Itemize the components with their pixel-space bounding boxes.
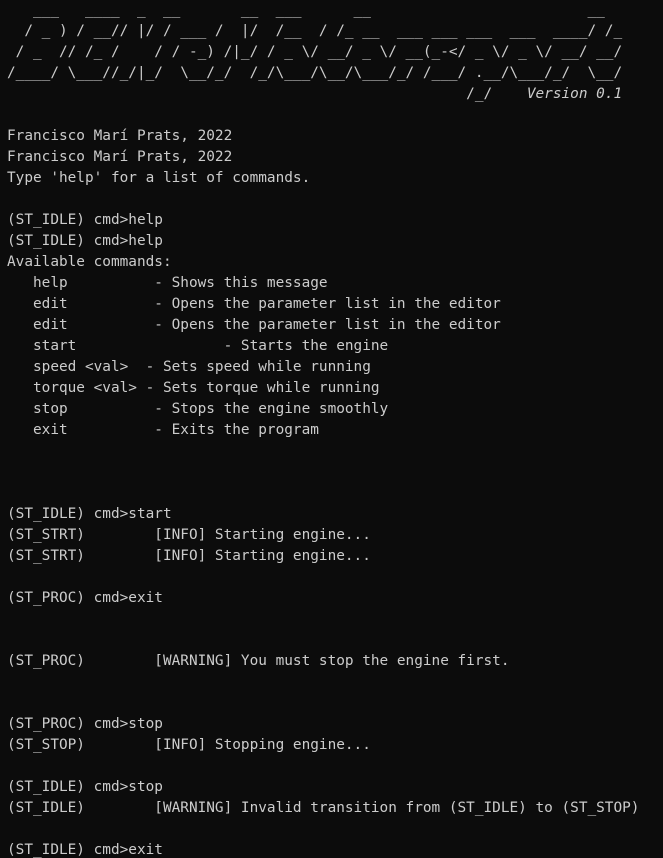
terminal-window[interactable]: ___ ____ _ __ __ ___ __ __ / _ ) / __// … [0, 0, 663, 858]
terminal-line: (ST_IDLE) cmd>help [7, 212, 163, 228]
terminal-line: edit - Opens the parameter list in the e… [7, 317, 501, 333]
terminal-line: help - Shows this message [7, 275, 328, 291]
banner-line-2: / _ ) / __// |/ / ___ / |/ /__ / /_ __ _… [7, 23, 623, 39]
terminal-line: Francisco Marí Prats, 2022 [7, 128, 233, 144]
terminal-line: edit - Opens the parameter list in the e… [7, 296, 501, 312]
terminal-line: (ST_PROC) [WARNING] You must stop the en… [7, 653, 510, 669]
terminal-line: (ST_IDLE) [WARNING] Invalid transition f… [7, 800, 640, 816]
terminal-output: Francisco Marí Prats, 2022 Francisco Marí… [7, 105, 663, 858]
terminal-line: (ST_IDLE) cmd>stop [7, 779, 163, 795]
terminal-line: (ST_STRT) [INFO] Starting engine... [7, 548, 371, 564]
terminal-line: (ST_PROC) cmd>exit [7, 590, 163, 606]
version-label: Version 0.1 [526, 86, 623, 102]
banner-line-1: ___ ____ _ __ __ ___ __ __ [7, 2, 605, 18]
terminal-line: Francisco Marí Prats, 2022 [7, 149, 233, 165]
terminal-line: speed <val> - Sets speed while running [7, 359, 371, 375]
terminal-line: (ST_IDLE) cmd>help [7, 233, 163, 249]
banner-line-3: / _ // /_ / / / -_) /|_/ / _ \/ __/ _ \/… [7, 44, 623, 60]
terminal-line: (ST_IDLE) cmd>exit [7, 842, 163, 858]
terminal-line: Type 'help' for a list of commands. [7, 170, 311, 186]
terminal-line: (ST_STOP) [INFO] Stopping engine... [7, 737, 371, 753]
terminal-line: (ST_PROC) cmd>stop [7, 716, 163, 732]
terminal-line: (ST_IDLE) cmd>start [7, 506, 172, 522]
terminal-line: stop - Stops the engine smoothly [7, 401, 389, 417]
banner-line-4: /____/ \___//_/|_/ \__/_/ /_/\___/\__/\_… [7, 65, 623, 81]
terminal-line: Available commands: [7, 254, 172, 270]
terminal-line: torque <val> - Sets torque while running [7, 380, 380, 396]
terminal-line: (ST_STRT) [INFO] Starting engine... [7, 527, 371, 543]
banner-version-prefix: /_/ [7, 86, 527, 102]
terminal-line: exit - Exits the program [7, 422, 319, 438]
ascii-banner: ___ ____ _ __ __ ___ __ __ / _ ) / __// … [7, 0, 663, 105]
terminal-line: start - Starts the engine [7, 338, 389, 354]
